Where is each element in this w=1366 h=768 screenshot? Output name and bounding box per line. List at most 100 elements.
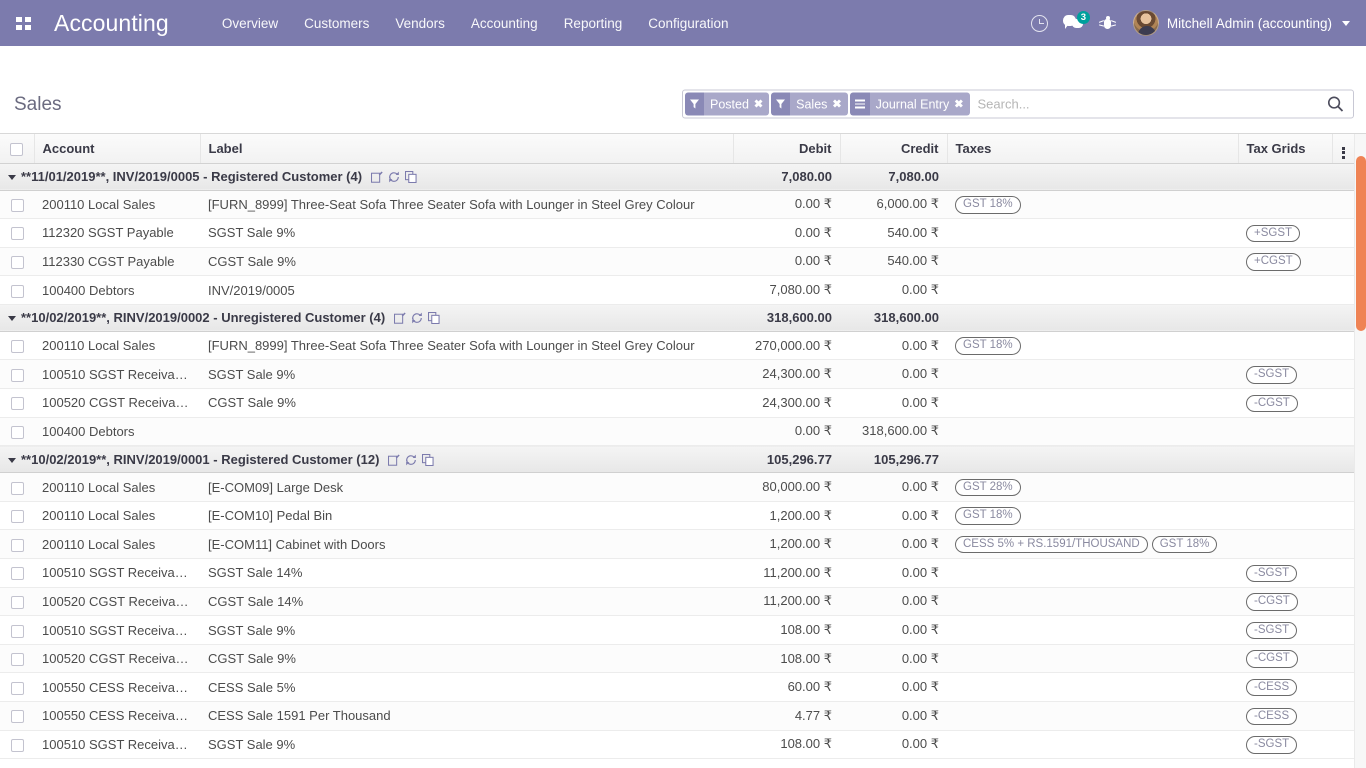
messaging-button[interactable]: 3 bbox=[1057, 0, 1091, 46]
menu-item-reporting[interactable]: Reporting bbox=[551, 2, 636, 45]
column-header-account[interactable]: Account bbox=[34, 134, 201, 164]
top-navbar: Accounting Overview Customers Vendors Ac… bbox=[0, 0, 1366, 46]
cell-label: CGST Sale 9% bbox=[200, 388, 733, 418]
row-checkbox[interactable] bbox=[10, 710, 24, 724]
cell-tax-grids bbox=[1238, 275, 1332, 305]
search-icon[interactable] bbox=[1323, 91, 1353, 118]
menu-item-accounting[interactable]: Accounting bbox=[458, 2, 551, 45]
app-brand-title[interactable]: Accounting bbox=[54, 10, 169, 37]
search-facet-journal-entry[interactable]: Journal Entry ✖ bbox=[849, 92, 970, 116]
row-checkbox[interactable] bbox=[10, 595, 24, 609]
cell-spacer bbox=[1332, 730, 1354, 760]
optional-columns-button[interactable] bbox=[1332, 134, 1354, 164]
cell-account: 112320 SGST Payable bbox=[34, 218, 200, 248]
cell-credit: 6,000.00 ₹ bbox=[840, 190, 947, 220]
table-row[interactable]: 100510 SGST Receivable SGST Sale 14% 11,20… bbox=[0, 558, 1354, 588]
vertical-scrollbar[interactable] bbox=[1354, 134, 1366, 768]
tax-grid-tag: -CESS bbox=[1246, 678, 1298, 697]
table-row[interactable]: 200110 Local Sales [FURN_8999] Three-Seat… bbox=[0, 190, 1354, 220]
row-checkbox[interactable] bbox=[10, 198, 24, 212]
cell-debit: 0.00 ₹ bbox=[733, 190, 840, 220]
menu-item-configuration[interactable]: Configuration bbox=[635, 2, 741, 45]
row-checkbox[interactable] bbox=[10, 681, 24, 695]
row-checkbox[interactable] bbox=[10, 425, 24, 439]
duplicate-icon[interactable] bbox=[422, 453, 434, 466]
row-checkbox[interactable] bbox=[10, 510, 24, 524]
cell-spacer bbox=[1332, 359, 1354, 390]
column-header-tax-grids[interactable]: Tax Grids bbox=[1238, 134, 1333, 164]
select-all-checkbox[interactable] bbox=[10, 142, 24, 156]
edit-icon[interactable] bbox=[394, 312, 406, 325]
search-facet-sales[interactable]: Sales ✖ bbox=[771, 92, 848, 116]
row-checkbox[interactable] bbox=[10, 397, 24, 411]
row-checkbox[interactable] bbox=[10, 284, 24, 298]
row-checkbox[interactable] bbox=[10, 738, 24, 752]
page-title: Sales bbox=[14, 94, 62, 115]
table-row[interactable]: 100520 CGST Receivable CGST Sale 9% 108.00… bbox=[0, 644, 1354, 674]
row-checkbox[interactable] bbox=[10, 538, 24, 552]
search-facet-posted[interactable]: Posted ✖ bbox=[685, 92, 770, 116]
close-icon[interactable]: ✖ bbox=[832, 98, 841, 111]
table-row[interactable]: 112320 SGST Payable SGST Sale 9% 0.00 ₹540… bbox=[0, 218, 1354, 248]
table-row[interactable]: 100510 SGST Receivable SGST Sale 9% 108.00… bbox=[0, 730, 1354, 760]
row-checkbox[interactable] bbox=[10, 624, 24, 638]
cell-debit: 1,200.00 ₹ bbox=[733, 501, 840, 531]
table-row[interactable]: 100520 CGST Receivable CGST Sale 14% 11,20… bbox=[0, 587, 1354, 617]
table-row[interactable]: 100550 CESS Receivable CESS Sale 5% 60.00 … bbox=[0, 672, 1354, 702]
cell-tax-grids bbox=[1238, 529, 1332, 560]
table-row[interactable]: 200110 Local Sales [E-COM09] Large Desk 80… bbox=[0, 472, 1354, 502]
debug-button[interactable] bbox=[1091, 0, 1125, 46]
group-header-row[interactable]: **10/02/2019**, RINV/2019/0002 - Unregis… bbox=[0, 303, 1354, 332]
table-row[interactable]: 200110 Local Sales [FURN_8999] Three-Seat… bbox=[0, 331, 1354, 361]
search-input[interactable] bbox=[969, 90, 1323, 118]
menu-item-vendors[interactable]: Vendors bbox=[382, 2, 458, 45]
table-row[interactable]: 200110 Local Sales [E-COM10] Pedal Bin 1,2… bbox=[0, 501, 1354, 531]
table-row[interactable]: 100510 SGST Receivable SGST Sale 9% 108.00… bbox=[0, 615, 1354, 645]
menu-item-overview[interactable]: Overview bbox=[209, 2, 291, 45]
column-header-taxes[interactable]: Taxes bbox=[947, 134, 1239, 164]
row-checkbox[interactable] bbox=[10, 256, 24, 270]
row-checkbox[interactable] bbox=[10, 340, 24, 354]
group-title[interactable]: **10/02/2019**, RINV/2019/0001 - Registe… bbox=[0, 445, 733, 474]
column-header-label[interactable]: Label bbox=[200, 134, 734, 164]
duplicate-icon[interactable] bbox=[405, 171, 417, 183]
cell-taxes: GST 18% bbox=[947, 501, 1238, 531]
table-row[interactable]: 100520 CGST Receivable CGST Sale 9% 24,300… bbox=[0, 388, 1354, 418]
column-header-debit[interactable]: Debit bbox=[733, 134, 841, 164]
edit-icon[interactable] bbox=[371, 171, 383, 183]
cell-debit: 24,300.00 ₹ bbox=[733, 388, 840, 418]
tax-grid-tag: -CGST bbox=[1246, 394, 1298, 413]
close-icon[interactable]: ✖ bbox=[954, 98, 963, 111]
row-checkbox[interactable] bbox=[10, 227, 24, 241]
duplicate-icon[interactable] bbox=[428, 312, 440, 325]
facet-label: Journal Entry bbox=[875, 97, 950, 111]
table-row[interactable]: 100510 SGST Receivable SGST Sale 9% 24,300… bbox=[0, 359, 1354, 390]
row-checkbox[interactable] bbox=[10, 567, 24, 581]
column-header-credit[interactable]: Credit bbox=[840, 134, 948, 164]
close-icon[interactable]: ✖ bbox=[754, 98, 763, 111]
row-checkbox[interactable] bbox=[10, 481, 24, 495]
activities-button[interactable] bbox=[1023, 0, 1057, 46]
cell-credit: 0.00 ₹ bbox=[840, 275, 947, 305]
apps-menu-button[interactable] bbox=[0, 0, 46, 46]
group-title[interactable]: **11/01/2019**, INV/2019/0005 - Register… bbox=[0, 162, 733, 191]
table-row[interactable]: 100400 Debtors 0.00 ₹318,600.00 ₹ bbox=[0, 417, 1354, 447]
menu-item-customers[interactable]: Customers bbox=[291, 2, 382, 45]
cell-account: 100400 Debtors bbox=[34, 275, 200, 305]
table-row[interactable]: 100550 CESS Receivable CESS Sale 1591 Per… bbox=[0, 701, 1354, 731]
group-header-row[interactable]: **10/02/2019**, RINV/2019/0001 - Registe… bbox=[0, 445, 1354, 474]
table-row[interactable]: 100400 Debtors INV/2019/0005 7,080.00 ₹0.0… bbox=[0, 275, 1354, 305]
cell-label: SGST Sale 14% bbox=[200, 558, 733, 588]
scrollbar-thumb[interactable] bbox=[1356, 156, 1366, 331]
row-checkbox[interactable] bbox=[10, 653, 24, 667]
refresh-icon[interactable] bbox=[405, 454, 417, 466]
group-title[interactable]: **10/02/2019**, RINV/2019/0002 - Unregis… bbox=[0, 303, 733, 332]
row-checkbox[interactable] bbox=[10, 368, 24, 382]
refresh-icon[interactable] bbox=[411, 312, 423, 324]
user-menu-button[interactable]: Mitchell Admin (accounting) bbox=[1125, 0, 1356, 46]
table-row[interactable]: 112330 CGST Payable CGST Sale 9% 0.00 ₹540… bbox=[0, 247, 1354, 277]
edit-icon[interactable] bbox=[388, 454, 401, 466]
refresh-icon[interactable] bbox=[388, 171, 400, 183]
group-header-row[interactable]: **11/01/2019**, INV/2019/0005 - Register… bbox=[0, 162, 1354, 191]
table-row[interactable]: 200110 Local Sales [E-COM11] Cabinet with… bbox=[0, 529, 1354, 560]
